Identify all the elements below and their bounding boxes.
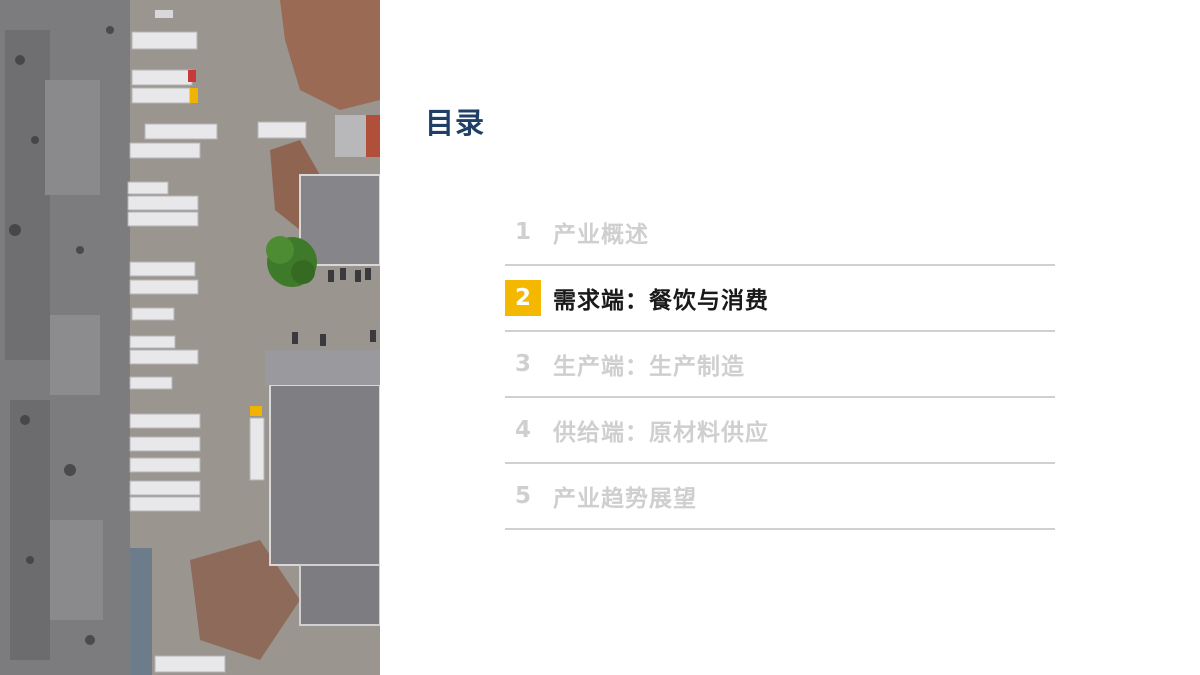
toc-item-number: 4: [514, 417, 531, 443]
toc-item-2[interactable]: 2 需求端：餐饮与消费: [505, 266, 1055, 332]
toc-item-5[interactable]: 5 产业趋势展望: [505, 464, 1055, 530]
toc-item-number: 5: [514, 483, 531, 509]
aerial-warehouse-photo: [0, 0, 380, 675]
toc-item-number: 1: [514, 219, 531, 245]
toc-item-3[interactable]: 3 生产端：生产制造: [505, 332, 1055, 398]
toc-item-4[interactable]: 4 供给端：原材料供应: [505, 398, 1055, 464]
toc-item-label: 产业概述: [553, 222, 649, 248]
toc-item-label: 需求端：餐饮与消费: [553, 288, 769, 314]
toc-item-number: 3: [514, 351, 531, 377]
toc-item-label: 供给端：原材料供应: [553, 420, 769, 446]
toc-item-label: 生产端：生产制造: [553, 354, 745, 380]
page-title: 目录: [425, 106, 486, 140]
toc-item-1[interactable]: 1 产业概述: [505, 200, 1055, 266]
toc-item-label: 产业趋势展望: [553, 486, 697, 512]
table-of-contents: 1 产业概述 2 需求端：餐饮与消费 3 生产端：生产制造 4 供给端：原材料供…: [505, 200, 1055, 530]
toc-item-number-badge: 2: [505, 280, 541, 316]
